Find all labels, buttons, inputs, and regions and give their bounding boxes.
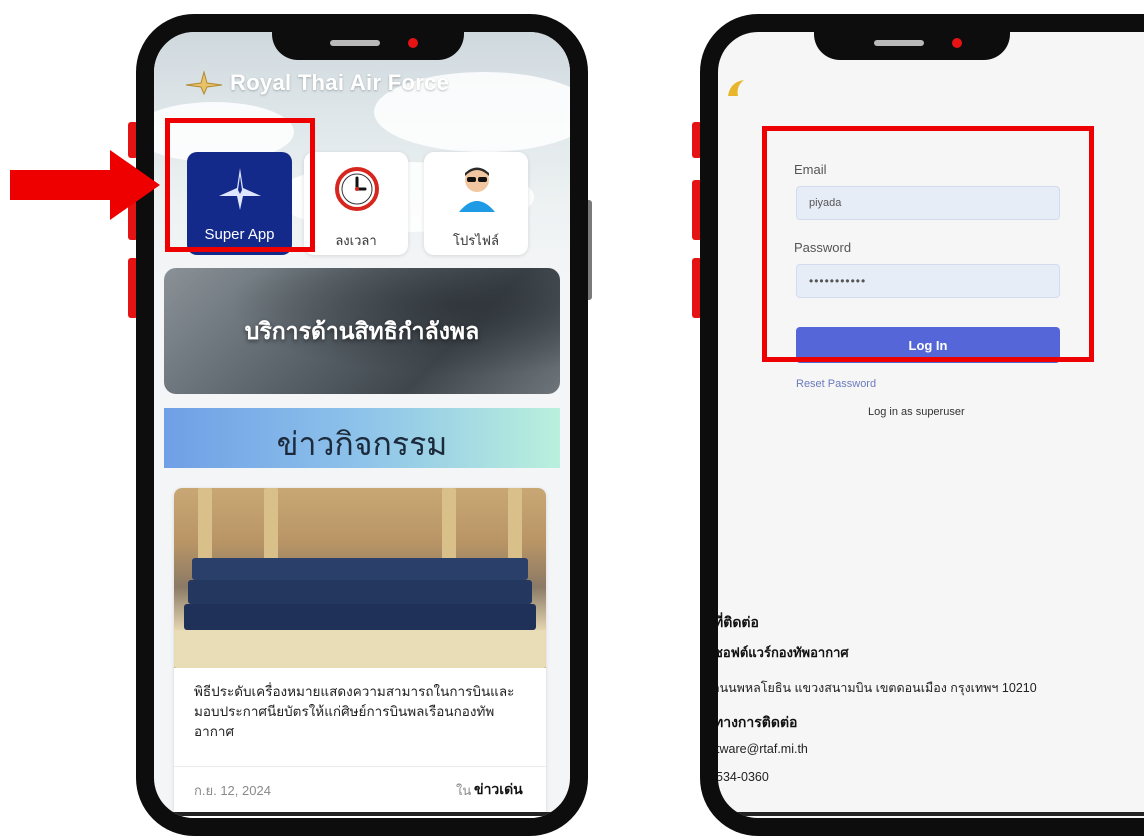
login-form-highlight [762, 126, 1094, 362]
service-banner-title: บริการด้านสิทธิกำลังพล [244, 318, 480, 344]
clock-in-label: ลงเวลา [335, 233, 377, 248]
right-phone-speaker [874, 40, 924, 46]
super-app-highlight [165, 118, 315, 252]
news-photo [174, 488, 546, 668]
news-divider [174, 766, 546, 767]
brand-title: Royal Thai Air Force [230, 70, 450, 95]
news-banner-title: ข่าวกิจกรรม [276, 426, 448, 462]
photo-group-row [192, 558, 528, 580]
photo-group-row [184, 604, 536, 630]
profile-tile[interactable]: โปรไฟล์ [424, 152, 528, 255]
news-banner: ข่าวกิจกรรม [164, 408, 560, 468]
service-banner[interactable]: บริการด้านสิทธิกำลังพล [164, 268, 560, 394]
clock-icon [334, 166, 380, 212]
contact-email[interactable]: tware@rtaf.mi.th [718, 742, 808, 756]
left-phone-notch [272, 14, 464, 60]
right-home-indicator [718, 812, 1144, 816]
left-phone-camera [408, 38, 418, 48]
profile-label: โปรไฟล์ [453, 233, 499, 248]
superuser-login-link[interactable]: Log in as superuser [868, 406, 965, 418]
news-tag-prefix: ใน [456, 783, 472, 798]
news-card[interactable]: พิธีประดับเครื่องหมายแสดงความสามารถในการ… [174, 488, 546, 818]
photo-group-row [188, 580, 532, 604]
news-date: ก.ย. 12, 2024 [194, 783, 271, 798]
photo-carpet [174, 630, 546, 668]
left-phone-speaker [330, 40, 380, 46]
right-phone-notch [814, 14, 1010, 60]
app-logo-icon [724, 76, 750, 100]
contact-address: ถนนพหลโยธิน แขวงสนามบิน เขตดอนเมือง กรุง… [718, 681, 1037, 695]
contact-heading: ที่ติดต่อ [718, 614, 759, 630]
left-home-indicator [154, 812, 570, 816]
contact-org: ซอฟต์แวร์กองทัพอากาศ [718, 645, 849, 660]
news-title: พิธีประดับเครื่องหมายแสดงความสามารถในการ… [194, 684, 515, 739]
contact-phone[interactable]: 534-0360 [718, 770, 769, 784]
clock-in-tile[interactable]: ลงเวลา [304, 152, 408, 255]
contact-channel-heading: ทางการติดต่อ [718, 714, 798, 730]
profile-avatar-icon [454, 164, 500, 214]
pointer-arrow-icon [10, 150, 160, 220]
reset-password-link[interactable]: Reset Password [796, 378, 876, 390]
news-tag[interactable]: ข่าวเด่น [474, 779, 523, 801]
right-phone-camera [952, 38, 962, 48]
brand-logo-icon [184, 70, 224, 96]
